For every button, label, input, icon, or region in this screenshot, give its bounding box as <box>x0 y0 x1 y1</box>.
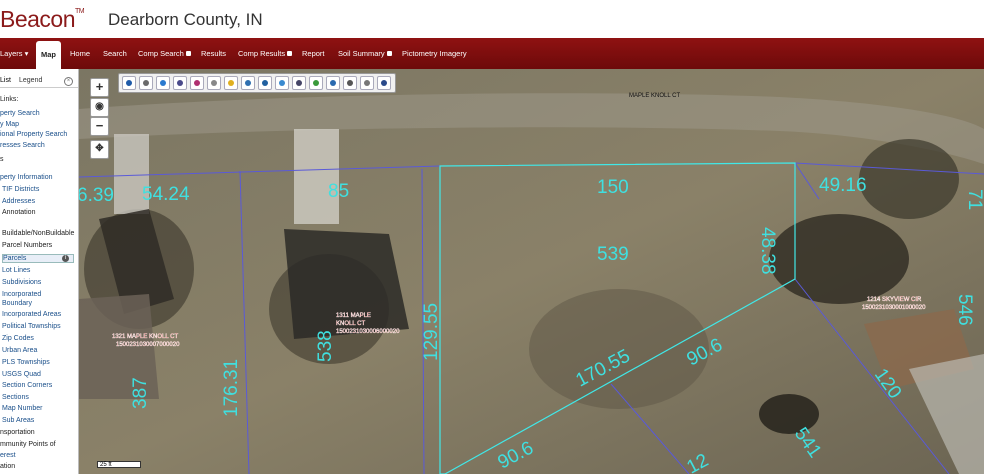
beacon-logo[interactable]: BeaconTM <box>0 6 85 33</box>
edit-icon[interactable] <box>309 76 323 90</box>
parcel-number: 1500231030001000020 <box>862 305 926 311</box>
zoom-select-icon[interactable] <box>156 76 170 90</box>
sidebar-item[interactable]: Boundary <box>2 300 32 307</box>
dim-label: 49.16 <box>819 175 867 196</box>
sidebar-item[interactable]: Political Townships <box>2 323 61 330</box>
pan-icon[interactable]: ✥ <box>90 140 109 159</box>
sidebar-item: Annotation <box>2 209 36 216</box>
label-icon[interactable] <box>241 76 255 90</box>
aerial-map[interactable]: MAPLE KNOLL CT 6.39 54.24 85 150 49.16 4… <box>79 69 984 474</box>
sidebar-item[interactable]: USGS Quad <box>2 371 41 378</box>
dim-label: 85 <box>328 181 349 202</box>
lock-icon <box>386 51 392 56</box>
sidebar-item: ation <box>0 463 16 470</box>
buffer-icon[interactable] <box>258 76 272 90</box>
sidebar-item[interactable]: Map Number <box>2 405 42 412</box>
dim-label: 539 <box>597 244 629 265</box>
dim-label: 546 <box>954 294 975 326</box>
nav-report[interactable]: Report <box>302 38 325 69</box>
main-nav: Layers ▾ Map Home Search Comp Search Res… <box>0 38 984 69</box>
parcel-address: 1214 SKYVIEW CIR <box>867 297 922 303</box>
scale-bar: 25 ft <box>97 461 141 468</box>
tab-legend[interactable]: Legend <box>19 77 42 84</box>
layers-icon[interactable] <box>275 76 289 90</box>
globe-icon[interactable]: ◉ <box>90 98 109 117</box>
dim-label: 6.39 <box>79 185 114 206</box>
zoom-out-button[interactable]: − <box>90 117 109 136</box>
header: BeaconTM Dearborn County, IN <box>0 0 984 38</box>
dim-label: 176.31 <box>221 359 242 417</box>
sidebar-item[interactable]: perty Information <box>0 174 53 181</box>
sidebar-item[interactable]: PLS Townships <box>2 359 50 366</box>
map-view[interactable]: MAPLE KNOLL CT 6.39 54.24 85 150 49.16 4… <box>79 69 984 474</box>
nav-comp-results[interactable]: Comp Results <box>238 38 293 69</box>
parcel-address: 1311 MAPLE <box>336 313 371 319</box>
dim-label: 150 <box>597 177 629 198</box>
sidebar-item: Parcel Numbers <box>2 242 53 249</box>
sidebar-tabs: List Legend × <box>0 69 78 88</box>
sidebar-item: Buildable/NonBuildable <box>2 230 75 237</box>
parcel-number: 1500231030007000020 <box>116 342 180 348</box>
county-title: Dearborn County, IN <box>108 10 263 29</box>
road-label: MAPLE KNOLL CT <box>629 93 680 99</box>
dim-label: 129.55 <box>421 303 442 361</box>
parcel-address: 1321 MAPLE KNOLL CT <box>112 334 178 340</box>
dim-label: 538 <box>315 330 336 362</box>
sidebar-item[interactable]: Lot Lines <box>2 267 30 274</box>
nav-home[interactable]: Home <box>70 38 90 69</box>
sidebar-item[interactable]: Sections <box>2 394 29 401</box>
identify-icon[interactable] <box>122 76 136 90</box>
parcel-number: 1500231030006000020 <box>336 329 400 335</box>
print-icon[interactable] <box>343 76 357 90</box>
info-icon[interactable]: i <box>62 255 69 262</box>
select-icon[interactable] <box>139 76 153 90</box>
nav-soil-summary[interactable]: Soil Summary <box>338 38 392 69</box>
sidebar-item[interactable]: Zip Codes <box>2 335 34 342</box>
parcel-address: KNOLL CT <box>336 321 365 327</box>
dim-label: 71 <box>964 189 984 210</box>
close-icon[interactable]: × <box>64 77 73 86</box>
nav-search[interactable]: Search <box>103 38 127 69</box>
zoom-in-button[interactable]: + <box>90 78 109 97</box>
map-toolbar <box>118 73 396 93</box>
sidebar-item[interactable]: resses Search <box>0 142 45 149</box>
nav-comp-search[interactable]: Comp Search <box>138 38 191 69</box>
dim-label: 54.24 <box>142 184 190 205</box>
sidebar-item[interactable]: erest <box>0 452 16 459</box>
sidebar-item[interactable]: Section Corners <box>2 382 52 389</box>
nav-results[interactable]: Results <box>201 38 226 69</box>
dim-label: 387 <box>130 377 151 409</box>
sidebar-item[interactable]: y Map <box>0 121 19 128</box>
nav-pictometry[interactable]: Pictometry Imagery <box>402 38 467 69</box>
sidebar-item[interactable]: perty Search <box>0 110 40 117</box>
report-icon[interactable] <box>326 76 340 90</box>
sidebar-item: mmunity Points of <box>0 441 56 448</box>
dim-label: 48.38 <box>757 227 778 275</box>
sidebar-item[interactable]: Incorporated <box>2 291 41 298</box>
lock-icon <box>185 51 191 56</box>
erase-icon[interactable] <box>207 76 221 90</box>
tab-list[interactable]: List <box>0 77 11 84</box>
measure-icon[interactable] <box>173 76 187 90</box>
layer-sidebar: List Legend × Links: perty Search y Map ion… <box>0 69 79 474</box>
save-icon[interactable] <box>377 76 391 90</box>
draw-icon[interactable] <box>190 76 204 90</box>
sidebar-item[interactable]: Subdivisions <box>2 279 41 286</box>
sidebar-item[interactable]: Sub Areas <box>2 417 34 424</box>
nav-map[interactable]: Map <box>36 41 61 69</box>
nav-layers[interactable]: Layers ▾ <box>0 38 28 69</box>
sidebar-item: s <box>0 156 4 163</box>
locate-icon[interactable] <box>292 76 306 90</box>
sidebar-item[interactable]: TIF Districts <box>2 186 39 193</box>
sidebar-item[interactable]: Incorporated Areas <box>2 311 61 318</box>
sidebar-item: nsportation <box>0 429 35 436</box>
sidebar-item[interactable]: Addresses <box>2 198 35 205</box>
sidebar-item[interactable]: Urban Area <box>2 347 37 354</box>
lock-icon <box>287 51 293 56</box>
sidebar-item[interactable]: ional Property Search <box>0 131 67 138</box>
pencil-icon[interactable] <box>224 76 238 90</box>
mail-icon[interactable] <box>360 76 374 90</box>
sidebar-item: Links: <box>0 96 19 103</box>
